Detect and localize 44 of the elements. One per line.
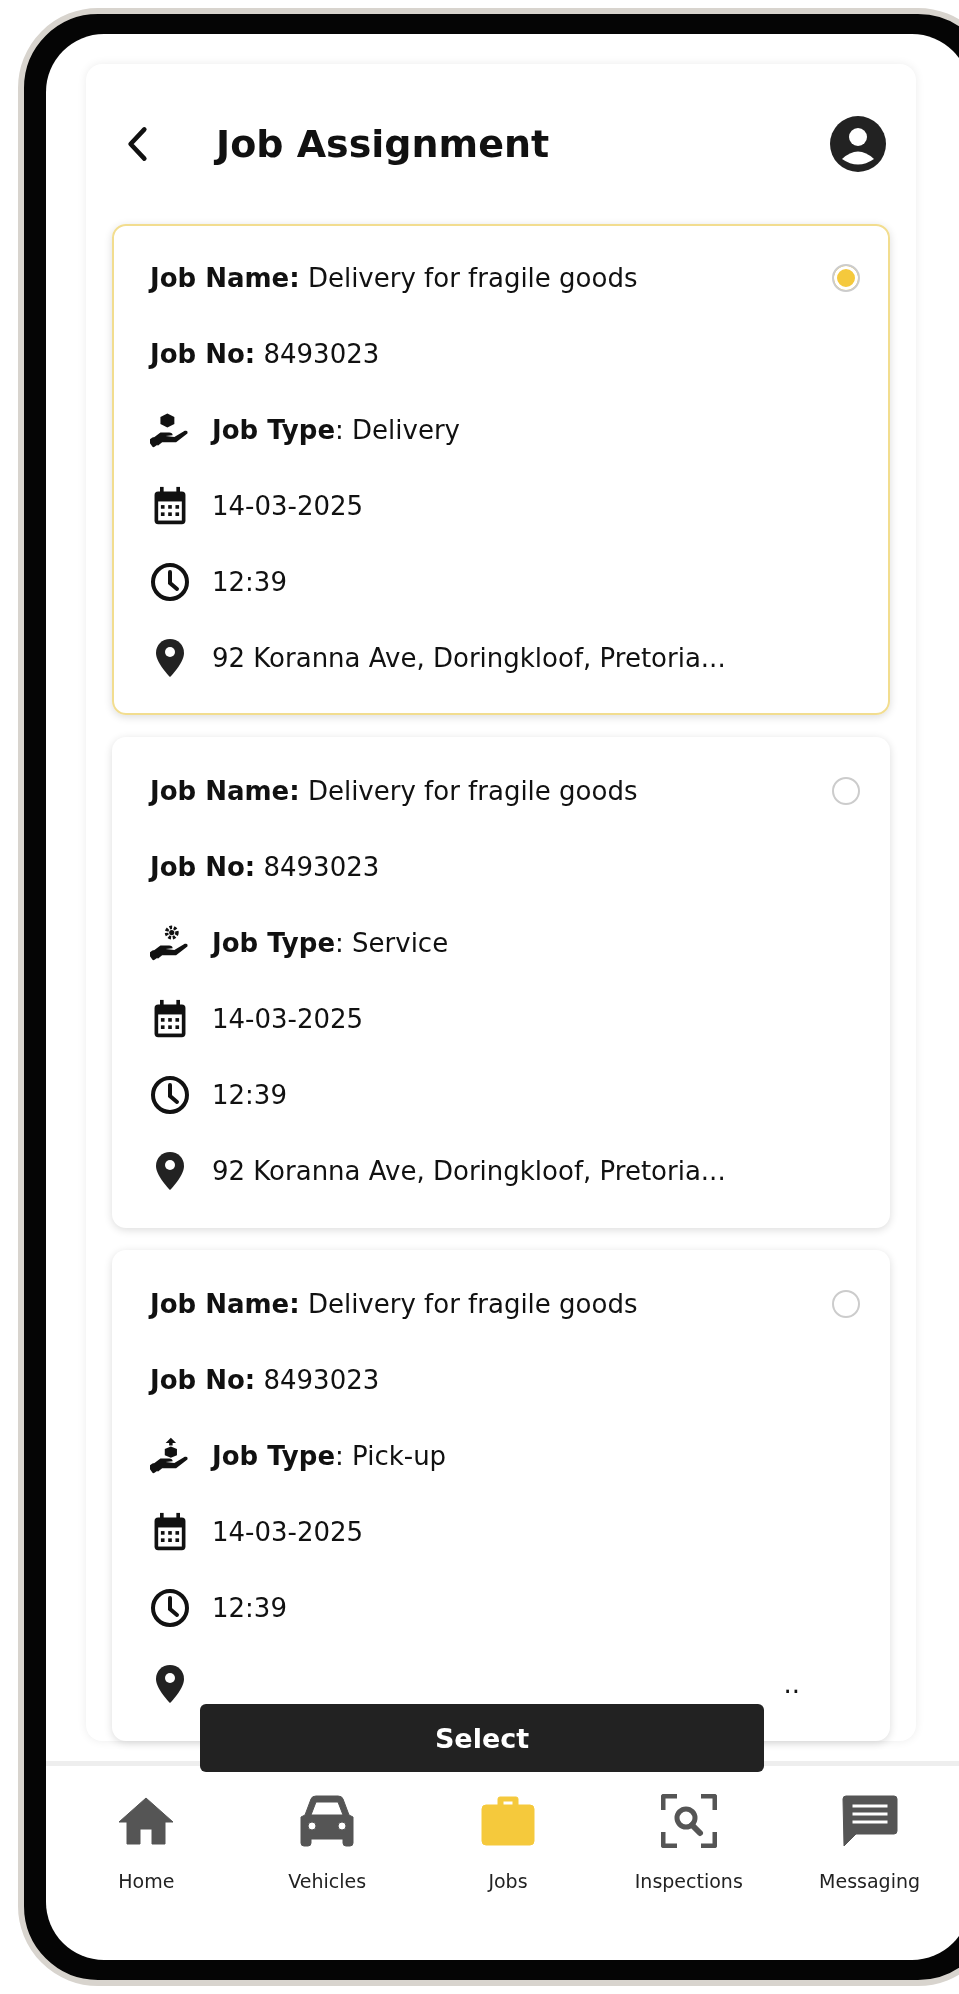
job-type-text: Job Type: Delivery	[212, 415, 460, 445]
job-time-text: 12:39	[212, 1593, 287, 1623]
job-name-text: Job Name: Delivery for fragile goods	[150, 1289, 638, 1319]
radio-button[interactable]	[832, 264, 860, 292]
job-type-text: Job Type: Service	[212, 928, 449, 958]
clock-icon	[150, 562, 190, 602]
job-card[interactable]: Job Name: Delivery for fragile goods Job No: 8493023 Job Type: Delivery 14-03-2025 12:39 92 Koranna Ave, Doringkloof, Pretoria...	[112, 224, 890, 715]
job-name-text: Job Name: Delivery for fragile goods	[150, 263, 638, 293]
message-icon	[841, 1794, 898, 1848]
location-pin-icon	[155, 1664, 185, 1704]
job-card[interactable]: Job Name: Delivery for fragile goods Job No: 8493023 Job Type: Service 14-03-2025 12:39 92 Koranna Ave, Doringkloof, Pretoria...	[112, 737, 890, 1228]
nav-tab[interactable]: Home	[66, 1794, 227, 1892]
job-number-text: Job No: 8493023	[150, 852, 380, 882]
job-time-text: 12:39	[212, 1080, 287, 1110]
car-icon	[299, 1794, 356, 1848]
location-pin-icon	[155, 1151, 185, 1191]
nav-tab[interactable]: Vehicles	[247, 1794, 408, 1892]
page-title: Job Assignment	[216, 122, 551, 166]
job-date-text: 14-03-2025	[212, 1004, 364, 1034]
back-icon[interactable]	[126, 124, 148, 164]
job-number-text: Job No: 8493023	[150, 339, 380, 369]
radio-button[interactable]	[832, 777, 860, 805]
nav-tab[interactable]: Jobs	[428, 1794, 588, 1892]
job-time-text: 12:39	[212, 567, 287, 597]
nav-tab[interactable]: Inspections	[608, 1794, 769, 1892]
nav-tab[interactable]: Messaging	[789, 1794, 950, 1892]
job-address-text: ..	[783, 1669, 800, 1699]
job-date-text: 14-03-2025	[212, 1517, 364, 1547]
select-button[interactable]: Select	[200, 1704, 764, 1772]
scan-search-icon	[660, 1794, 717, 1848]
job-address-text: 92 Koranna Ave, Doringkloof, Pretoria...	[212, 1156, 726, 1186]
clock-icon	[150, 1588, 190, 1628]
job-name-text: Job Name: Delivery for fragile goods	[150, 776, 638, 806]
profile-icon[interactable]	[830, 116, 886, 172]
hand-box-arrow-icon	[150, 1436, 190, 1476]
job-address-text: 92 Koranna Ave, Doringkloof, Pretoria...	[212, 643, 726, 673]
location-pin-icon	[155, 638, 185, 678]
hand-gear-icon	[150, 923, 190, 963]
briefcase-icon	[480, 1794, 536, 1848]
clock-icon	[150, 1075, 190, 1115]
job-number-text: Job No: 8493023	[150, 1365, 380, 1395]
job-type-text: Job Type: Pick-up	[212, 1441, 447, 1471]
job-date-text: 14-03-2025	[212, 491, 364, 521]
radio-button[interactable]	[832, 1290, 860, 1318]
